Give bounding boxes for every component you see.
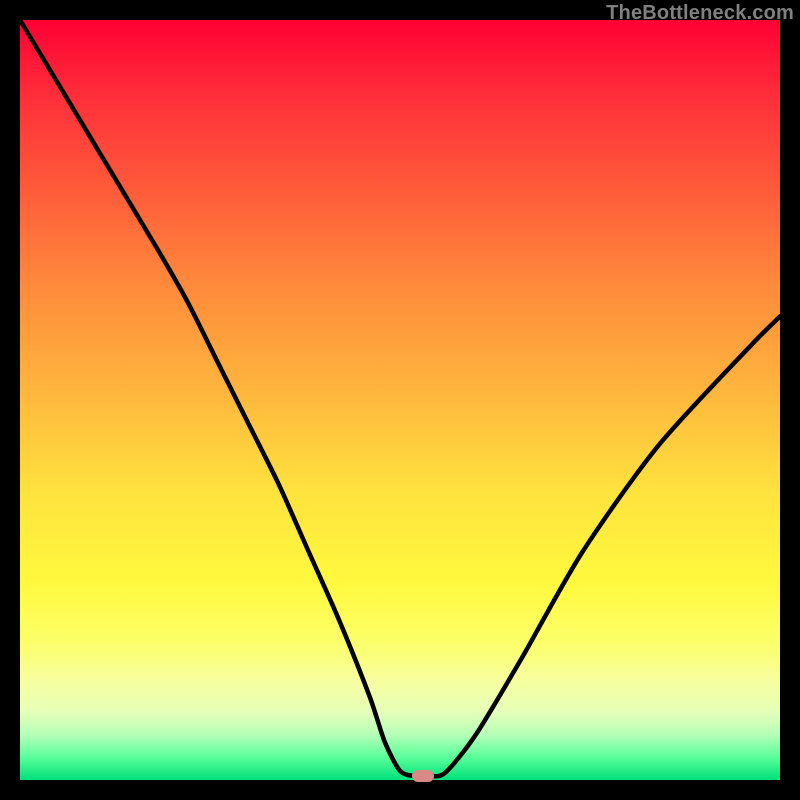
min-marker [412, 770, 434, 782]
curve-path [20, 20, 780, 777]
curve-svg [20, 20, 780, 780]
plot-area [20, 20, 780, 780]
chart-stage: TheBottleneck.com [0, 0, 800, 800]
